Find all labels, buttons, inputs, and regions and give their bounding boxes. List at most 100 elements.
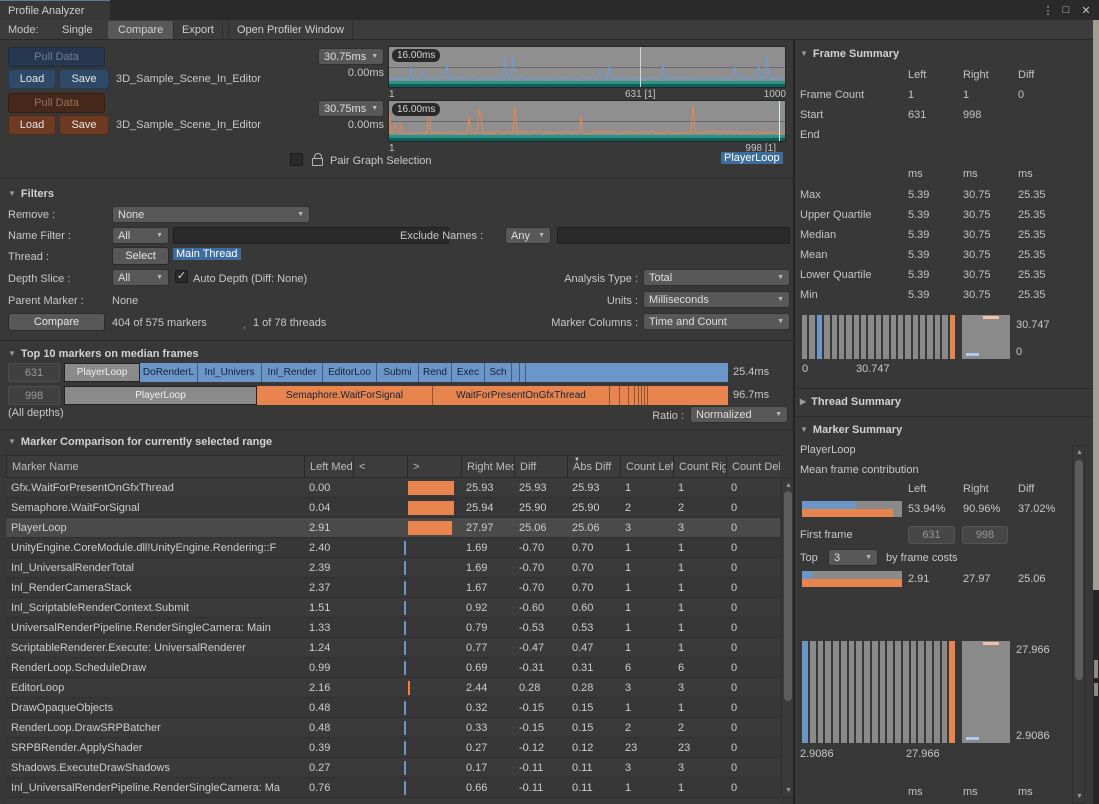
marker-histogram[interactable] [802,641,955,743]
maximize-icon[interactable]: □ [1058,2,1074,18]
top10-segment[interactable] [520,363,526,382]
thread-summary-header[interactable]: ▶Thread Summary [800,396,901,408]
graph-range-dropdown-left[interactable]: 30.75ms▼ [318,48,384,65]
scroll-up-icon[interactable]: ▲ [784,482,793,489]
column-header-6[interactable]: Abs Diff▼ [567,456,620,477]
marker-columns-dropdown[interactable]: Time and Count▼ [643,313,790,330]
export-button[interactable]: Export [173,21,223,39]
summary-scrollbar-thumb[interactable] [1075,460,1083,680]
column-header-4[interactable]: Right Median [461,456,514,477]
table-row[interactable]: Gfx.WaitForPresentOnGfxThread0.0025.9325… [6,478,780,498]
table-row[interactable]: RenderLoop.ScheduleDraw0.990.69-0.310.31… [6,658,780,678]
table-row[interactable]: Semaphore.WaitForSignal0.0425.9425.9025.… [6,498,780,518]
scroll-down-icon[interactable]: ▼ [1075,793,1084,800]
close-icon[interactable]: ✕ [1078,2,1094,18]
load-button-left[interactable]: Load [8,69,56,89]
top-n-dropdown[interactable]: 3▼ [828,549,878,566]
column-header-3[interactable]: > [407,456,461,477]
first-frame-left-button[interactable]: 631 [908,526,955,544]
table-row[interactable]: SRPBRender.ApplyShader0.390.27-0.120.122… [6,738,780,758]
exclude-names-input[interactable] [557,227,790,244]
column-header-2[interactable]: < [353,456,407,477]
save-button-left[interactable]: Save [59,69,109,89]
mode-single-button[interactable]: Single [52,21,103,39]
ratio-dropdown[interactable]: Normalized▼ [690,406,788,423]
marker-boxplot[interactable] [962,641,1010,743]
top10-segment[interactable]: Sch [485,363,512,382]
top10-segment[interactable]: Submi [377,363,419,382]
filters-header[interactable]: ▼Filters [8,188,54,200]
table-row[interactable]: Inl_RenderCameraStack2.371.67-0.700.7011… [6,578,780,598]
table-row[interactable]: ScriptableRenderer.Execute: UniversalRen… [6,638,780,658]
thread-value-chip[interactable]: Main Thread [173,248,241,260]
marker-summary-header[interactable]: ▼Marker Summary [800,424,902,436]
remove-dropdown[interactable]: None▼ [112,206,310,223]
top10-segment[interactable] [610,386,620,405]
table-row[interactable]: Inl_UniversalRenderTotal2.391.69-0.700.7… [6,558,780,578]
frame-summary-header[interactable]: ▼Frame Summary [800,48,899,60]
table-row[interactable]: RenderLoop.DrawSRPBatcher0.480.33-0.150.… [6,718,780,738]
kebab-menu-icon[interactable]: ⋮ [1040,2,1056,18]
auto-depth-checkbox[interactable]: ✓ [175,270,188,283]
summary-scrollbar[interactable]: ▲ ▼ [1072,445,1085,804]
table-row[interactable]: UnityEngine.CoreModule.dll!UnityEngine.R… [6,538,780,558]
frame-histogram[interactable] [802,315,955,359]
units-dropdown[interactable]: Milliseconds▼ [643,291,790,308]
depth-slice-dropdown[interactable]: All▼ [112,269,169,286]
top10-segment[interactable]: EditorLoo [323,363,377,382]
top10-segment[interactable]: PlayerLoop [64,386,257,405]
top10-segment[interactable]: PlayerLoop [64,363,140,382]
load-button-right[interactable]: Load [8,115,56,135]
table-row[interactable]: Inl_UniversalRenderPipeline.RenderSingle… [6,778,780,798]
save-button-right[interactable]: Save [59,115,109,135]
top10-segment[interactable] [512,363,520,382]
column-header-1[interactable]: Left Median [304,456,353,477]
table-row[interactable]: DrawOpaqueObjects0.480.32-0.150.15110 [6,698,780,718]
graph-selection-chip[interactable]: PlayerLoop [721,152,783,164]
scroll-up-icon[interactable]: ▲ [1075,449,1084,456]
top10-segment[interactable]: Semaphore.WaitForSignal [257,386,433,405]
name-filter-mode-dropdown[interactable]: All▼ [112,227,169,244]
frame-boxplot[interactable] [962,315,1010,359]
frame-time-graph-left[interactable]: 16.00ms [388,46,786,88]
top10-segment[interactable]: Rend [419,363,452,382]
table-row[interactable]: Shadows.ExecuteDrawShadows0.270.17-0.110… [6,758,780,778]
top10-segment[interactable]: DoRenderL [140,363,198,382]
lock-icon[interactable] [311,153,323,165]
table-row[interactable]: Inl_ScriptableRenderContext.Submit1.510.… [6,598,780,618]
analysis-type-dropdown[interactable]: Total▼ [643,269,790,286]
table-row[interactable]: EditorLoop2.162.440.280.28330 [6,678,780,698]
top10-segment[interactable]: WaitForPresentOnGfxThread [433,386,610,405]
top10-segment[interactable]: Exec [452,363,485,382]
top10-segment[interactable] [645,386,648,405]
thread-select-button[interactable]: Select [112,247,169,265]
marker-comparison-header[interactable]: ▼Marker Comparison for currently selecte… [8,436,272,448]
table-row[interactable]: UniversalRenderPipeline.RenderSingleCame… [6,618,780,638]
top10-segment[interactable] [620,386,629,405]
column-header-9[interactable]: Count Delta [726,456,780,477]
top10-bar[interactable]: PlayerLoopDoRenderLInl_UniversInl_Render… [64,363,728,382]
window-tab[interactable]: Profile Analyzer [0,0,110,20]
scroll-down-icon[interactable]: ▼ [784,787,793,794]
column-header-0[interactable]: Marker Name [6,456,304,477]
table-row[interactable]: PlayerLoop2.9127.9725.0625.06330 [6,518,780,538]
table-scrollbar-thumb[interactable] [784,491,792,701]
top10-bar[interactable]: PlayerLoopSemaphore.WaitForSignalWaitFor… [64,386,728,405]
column-header-8[interactable]: Count Right [673,456,726,477]
stat-value: 25.35 [1018,269,1046,281]
column-header-5[interactable]: Diff [514,456,567,477]
first-frame-right-button[interactable]: 998 [962,526,1008,544]
pull-data-button-left[interactable]: Pull Data [8,47,105,67]
pull-data-button-right[interactable]: Pull Data [8,93,105,113]
pair-graph-checkbox[interactable] [290,153,303,166]
top10-segment[interactable]: Inl_Univers [198,363,262,382]
open-profiler-window-button[interactable]: Open Profiler Window [228,21,353,39]
top10-header[interactable]: ▼Top 10 markers on median frames [8,348,199,360]
column-header-7[interactable]: Count Left [620,456,673,477]
mode-compare-button[interactable]: Compare [108,21,173,39]
compare-button[interactable]: Compare [8,313,105,331]
top10-segment[interactable]: Inl_Render [262,363,323,382]
frame-time-graph-right[interactable]: 16.00ms [388,100,786,142]
exclude-mode-dropdown[interactable]: Any▼ [505,227,551,244]
graph-range-dropdown-right[interactable]: 30.75ms▼ [318,100,384,117]
